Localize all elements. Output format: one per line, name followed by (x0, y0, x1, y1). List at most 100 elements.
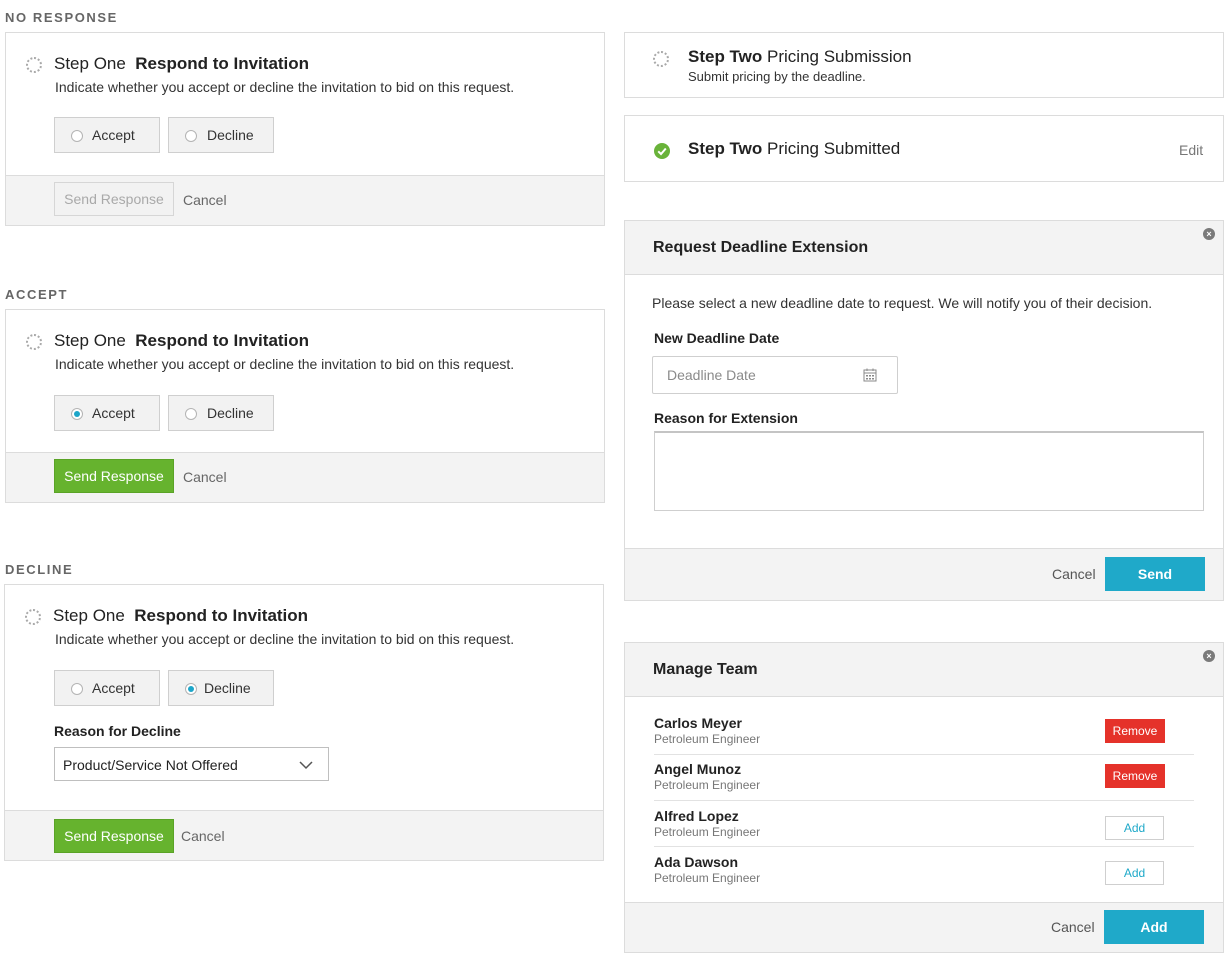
decline-label: Decline (207, 405, 254, 421)
radio-unchecked-icon (71, 130, 83, 142)
modal-footer: Cancel Send (625, 548, 1223, 600)
step-label: Step One (54, 54, 126, 73)
step-title: Step Two Pricing Submission (688, 47, 912, 67)
step-description: Submit pricing by the deadline. (688, 69, 866, 84)
add-button[interactable]: Add (1104, 910, 1204, 944)
step-title: Step One Respond to Invitation (54, 331, 309, 351)
pending-icon (26, 334, 42, 350)
radio-checked-icon (71, 408, 83, 420)
step-one-card-accept: Step One Respond to Invitation Indicate … (5, 309, 605, 503)
section-label-accept: ACCEPT (5, 287, 69, 302)
send-response-button[interactable]: Send Response (54, 182, 174, 216)
member-name: Ada Dawson (654, 854, 739, 870)
radio-checked-icon (185, 683, 197, 695)
section-label-decline: DECLINE (5, 562, 74, 577)
card-footer: Send Response Cancel (6, 175, 604, 225)
step-two-card-pending: Step Two Pricing Submission Submit prici… (624, 32, 1224, 98)
member-role: Petroleum Engineer (654, 778, 761, 792)
send-response-button[interactable]: Send Response (54, 459, 174, 493)
accept-radio[interactable]: Accept (54, 117, 160, 153)
close-icon[interactable]: × (1203, 650, 1215, 662)
remove-member-button[interactable]: Remove (1105, 719, 1165, 743)
decline-label: Decline (204, 680, 251, 696)
add-member-button[interactable]: Add (1105, 816, 1164, 840)
decline-radio[interactable]: Decline (168, 670, 274, 706)
cancel-link[interactable]: Cancel (1052, 566, 1096, 582)
row-divider (654, 754, 1194, 755)
member-role: Petroleum Engineer (654, 871, 761, 885)
step-title: Step One Respond to Invitation (53, 606, 308, 626)
accept-radio[interactable]: Accept (54, 395, 160, 431)
row-divider (654, 800, 1194, 801)
reason-for-decline-label: Reason for Decline (54, 723, 181, 739)
member-name: Angel Munoz (654, 761, 742, 777)
decline-radio[interactable]: Decline (168, 117, 274, 153)
cancel-link[interactable]: Cancel (181, 828, 225, 844)
pending-icon (25, 609, 41, 625)
step-label: Step Two (688, 139, 763, 158)
reason-for-decline-select[interactable]: Product/Service Not Offered (54, 747, 329, 781)
decline-radio[interactable]: Decline (168, 395, 274, 431)
chevron-down-icon (299, 757, 313, 773)
accept-label: Accept (92, 405, 135, 421)
reason-for-extension-label: Reason for Extension (654, 410, 798, 426)
send-response-button[interactable]: Send Response (54, 819, 174, 853)
pending-icon (26, 57, 42, 73)
member-role: Petroleum Engineer (654, 732, 761, 746)
step-name: Respond to Invitation (135, 54, 310, 73)
step-one-card-no-response: Step One Respond to Invitation Indicate … (5, 32, 605, 226)
modal-header: Manage Team × (625, 643, 1223, 697)
cancel-link[interactable]: Cancel (183, 469, 227, 485)
deadline-date-placeholder: Deadline Date (667, 367, 756, 383)
edit-link[interactable]: Edit (1179, 142, 1203, 158)
pending-icon (653, 51, 669, 67)
card-footer: Send Response Cancel (6, 452, 604, 502)
step-name: Pricing Submission (767, 47, 912, 66)
modal-title: Manage Team (653, 661, 758, 678)
select-value: Product/Service Not Offered (63, 757, 238, 773)
radio-unchecked-icon (71, 683, 83, 695)
step-title: Step One Respond to Invitation (54, 54, 309, 74)
member-role: Petroleum Engineer (654, 825, 761, 839)
step-label: Step One (54, 331, 126, 350)
step-label: Step One (53, 606, 125, 625)
add-member-button[interactable]: Add (1105, 861, 1164, 885)
cancel-link[interactable]: Cancel (183, 192, 227, 208)
accept-label: Accept (92, 127, 135, 143)
cancel-link[interactable]: Cancel (1051, 919, 1095, 935)
step-name: Pricing Submitted (767, 139, 901, 158)
accept-label: Accept (92, 680, 135, 696)
section-label-no-response: NO RESPONSE (5, 10, 118, 25)
calendar-icon[interactable] (863, 368, 877, 385)
step-description: Indicate whether you accept or decline t… (55, 356, 515, 372)
deadline-extension-modal: Request Deadline Extension × Please sele… (624, 220, 1224, 601)
reason-for-extension-textarea[interactable] (654, 431, 1204, 511)
modal-footer: Cancel Add (625, 902, 1223, 952)
radio-unchecked-icon (185, 408, 197, 420)
new-deadline-date-label: New Deadline Date (654, 330, 780, 346)
manage-team-modal: Manage Team × Carlos Meyer Petroleum Eng… (624, 642, 1224, 953)
decline-label: Decline (207, 127, 254, 143)
close-icon[interactable]: × (1203, 228, 1215, 240)
row-divider (654, 846, 1194, 847)
step-description: Indicate whether you accept or decline t… (55, 631, 515, 647)
step-two-card-submitted: Step Two Pricing Submitted Edit (624, 115, 1224, 182)
deadline-date-input[interactable]: Deadline Date (652, 356, 898, 394)
member-name: Carlos Meyer (654, 715, 742, 731)
radio-unchecked-icon (185, 130, 197, 142)
step-name: Respond to Invitation (135, 331, 310, 350)
check-circle-icon (654, 143, 670, 159)
modal-intro: Please select a new deadline date to req… (652, 295, 1153, 311)
step-title: Step Two Pricing Submitted (688, 139, 900, 159)
step-label: Step Two (688, 47, 763, 66)
modal-title: Request Deadline Extension (653, 239, 869, 256)
member-name: Alfred Lopez (654, 808, 739, 824)
send-button[interactable]: Send (1105, 557, 1205, 591)
modal-header: Request Deadline Extension × (625, 221, 1223, 275)
remove-member-button[interactable]: Remove (1105, 764, 1165, 788)
card-footer: Send Response Cancel (5, 810, 603, 860)
step-description: Indicate whether you accept or decline t… (55, 79, 515, 95)
step-name: Respond to Invitation (134, 606, 309, 625)
accept-radio[interactable]: Accept (54, 670, 160, 706)
step-one-card-decline: Step One Respond to Invitation Indicate … (4, 584, 604, 861)
